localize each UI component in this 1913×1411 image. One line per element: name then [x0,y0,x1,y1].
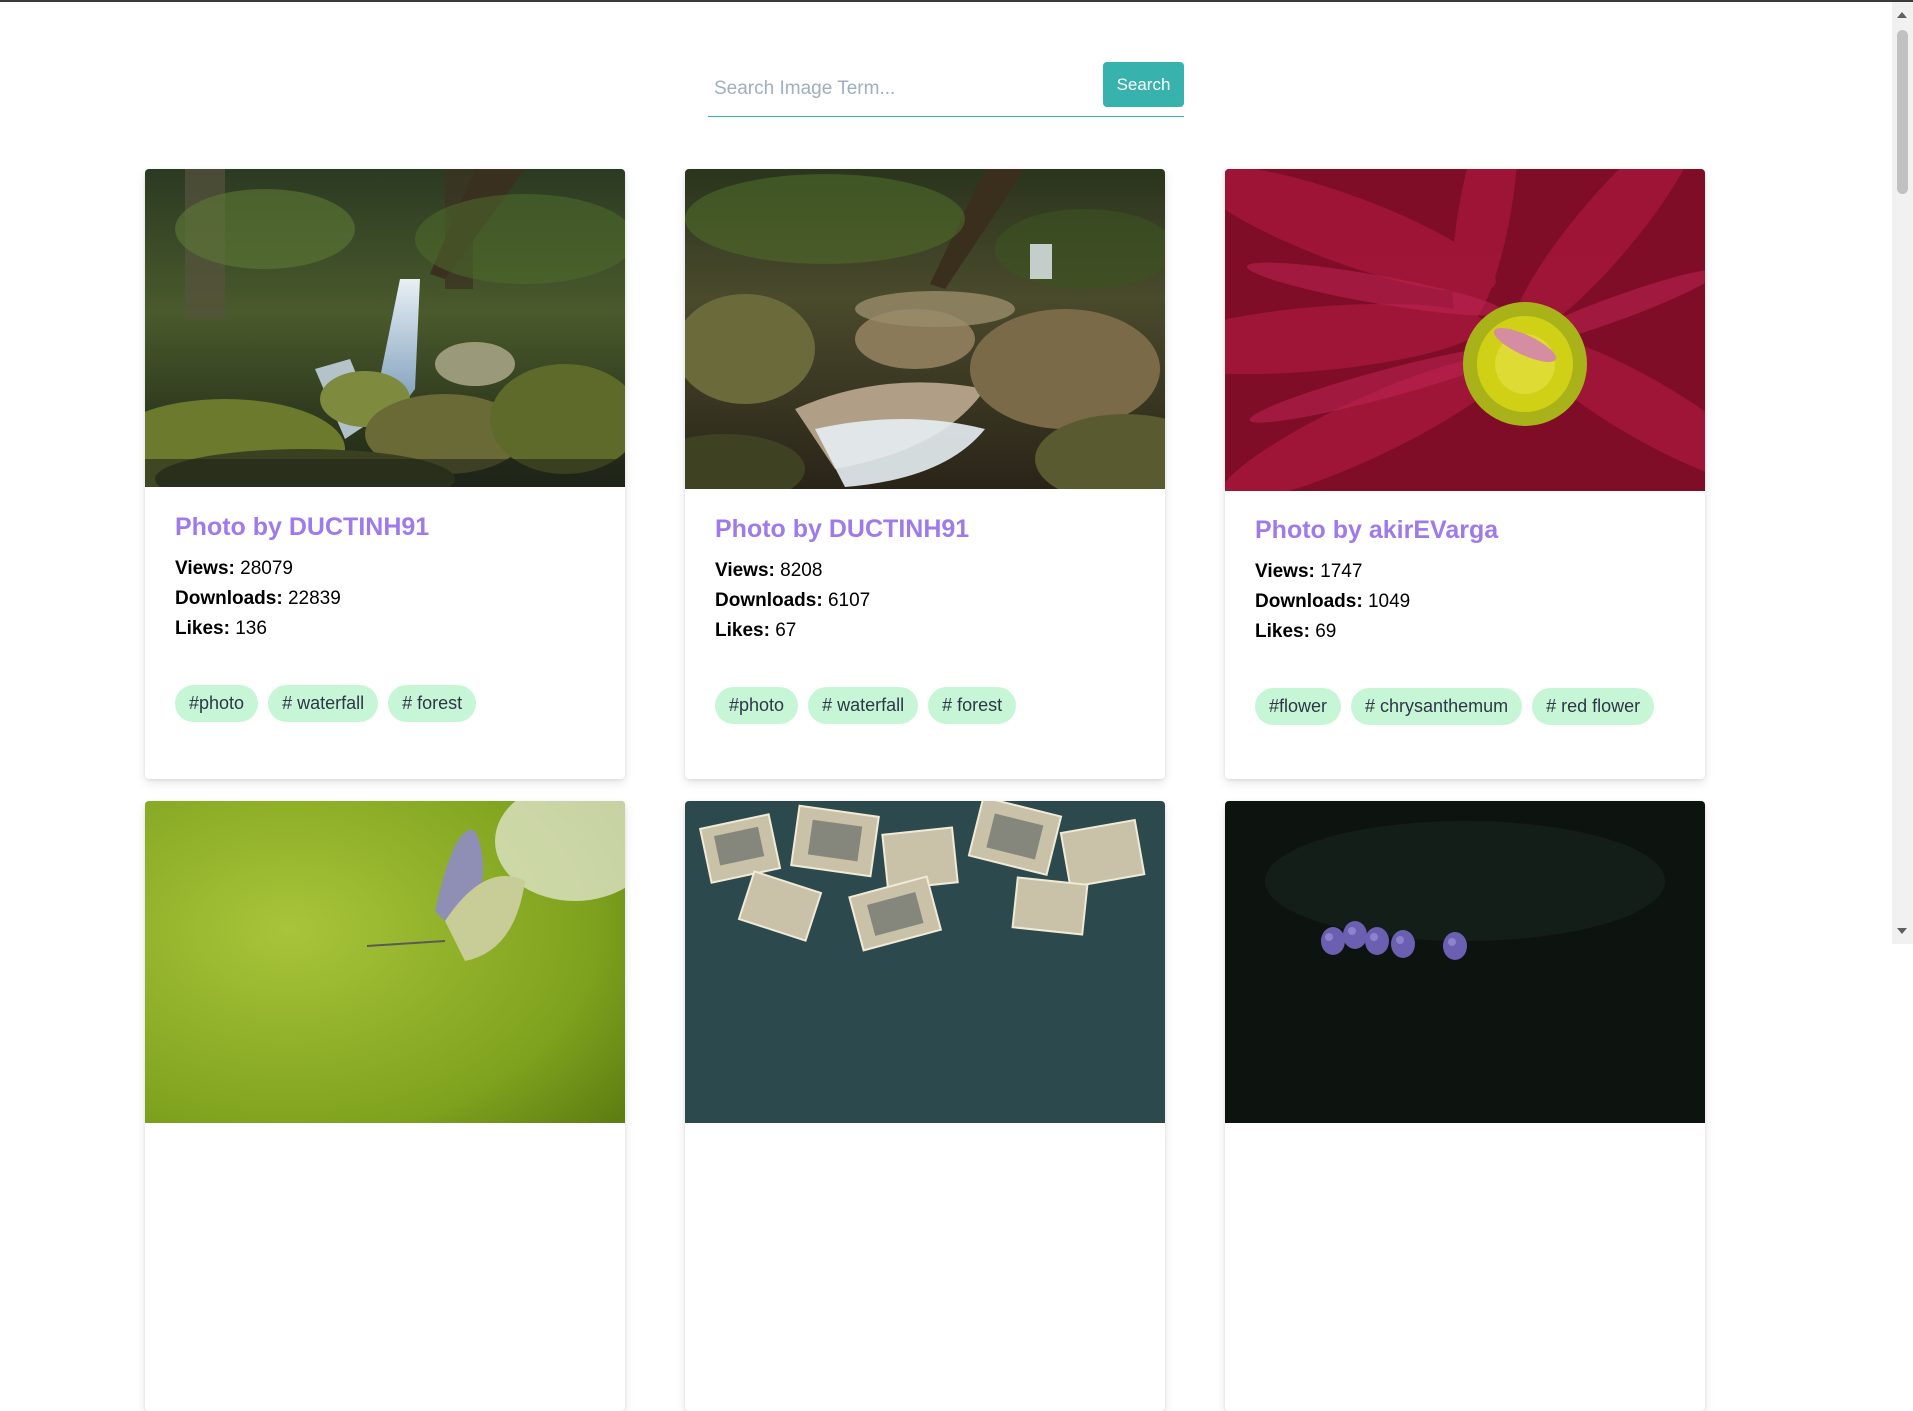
card-title[interactable]: Photo by DUCTINH91 [715,515,1135,544]
card-image[interactable] [1225,801,1705,1123]
image-card[interactable]: Photo by DUCTINH91 Views: 8208 Downloads… [685,169,1165,779]
downloads-label: Downloads: [1255,591,1363,612]
likes-value: 136 [235,618,267,639]
tag-photo[interactable]: #photo [715,687,799,724]
image-card[interactable]: Photo by akirEVarga Views: 1747 Download… [1225,169,1705,779]
views-stat: Views: 28079 [175,554,595,584]
tag-waterfall[interactable]: # waterfall [808,687,919,724]
likes-value: 67 [775,620,797,641]
tag-forest[interactable]: # forest [388,685,477,722]
butterfly-image [145,801,625,1123]
image-card[interactable]: Photo by DUCTINH91 Views: 28079 Download… [145,169,625,779]
likes-label: Likes: [175,618,230,639]
views-label: Views: [715,560,775,581]
waterfall-forest-image [145,169,625,487]
views-value: 1747 [1320,561,1363,582]
card-body: Photo by DUCTINH91 Views: 8208 Downloads… [715,515,1135,646]
card-body: Photo by akirEVarga Views: 1747 Download… [1255,516,1675,647]
card-title[interactable]: Photo by akirEVarga [1255,516,1675,545]
card-title[interactable]: Photo by DUCTINH91 [175,513,595,542]
scrollbar-thumb[interactable] [1897,30,1908,194]
purple-flower-dark-image [1225,801,1705,1123]
card-image[interactable] [145,169,625,487]
views-label: Views: [1255,561,1315,582]
image-card[interactable] [685,801,1165,1411]
tag-flower[interactable]: #flower [1255,688,1342,725]
card-image[interactable] [685,169,1165,489]
downloads-value: 1049 [1367,591,1411,612]
forest-stream-image [685,169,1165,489]
tag-red-flower[interactable]: # red flower [1532,688,1655,725]
likes-label: Likes: [715,620,770,641]
card-image[interactable] [685,801,1165,1123]
downloads-value: 6107 [827,590,871,611]
downloads-stat: Downloads: 6107 [715,586,1135,616]
views-value: 8208 [780,560,823,581]
tag-forest[interactable]: # forest [928,687,1017,724]
window-top-border [0,0,1913,2]
old-photographs-image [685,801,1165,1123]
scroll-up-arrow-icon[interactable] [1897,12,1907,18]
likes-stat: Likes: 69 [1255,617,1675,647]
downloads-label: Downloads: [175,588,283,609]
downloads-value: 22839 [287,588,341,609]
image-card[interactable] [1225,801,1705,1411]
red-chrysanthemum-image [1225,169,1705,491]
likes-value: 69 [1315,621,1337,642]
search-button[interactable]: Search [1103,62,1184,107]
downloads-stat: Downloads: 22839 [175,584,595,614]
tag-list: #flower # chrysanthemum # red flower [1255,688,1675,725]
card-image[interactable] [145,801,625,1123]
image-card[interactable] [145,801,625,1411]
tag-waterfall[interactable]: # waterfall [268,685,379,722]
tag-photo[interactable]: #photo [175,685,259,722]
tag-list: #photo # waterfall # forest [175,685,595,722]
views-stat: Views: 8208 [715,556,1135,586]
downloads-label: Downloads: [715,590,823,611]
likes-label: Likes: [1255,621,1310,642]
scroll-down-arrow-icon[interactable] [1897,928,1907,934]
card-body: Photo by DUCTINH91 Views: 28079 Download… [175,513,595,644]
downloads-stat: Downloads: 1049 [1255,587,1675,617]
views-label: Views: [175,558,235,579]
vertical-scrollbar[interactable] [1892,2,1913,944]
tag-list: #photo # waterfall # forest [715,687,1135,724]
tag-chrysanthemum[interactable]: # chrysanthemum [1351,688,1523,725]
views-value: 28079 [240,558,293,579]
likes-stat: Likes: 67 [715,616,1135,646]
likes-stat: Likes: 136 [175,614,595,644]
card-image[interactable] [1225,169,1705,491]
search-form: Search [708,62,1184,119]
views-stat: Views: 1747 [1255,557,1675,587]
